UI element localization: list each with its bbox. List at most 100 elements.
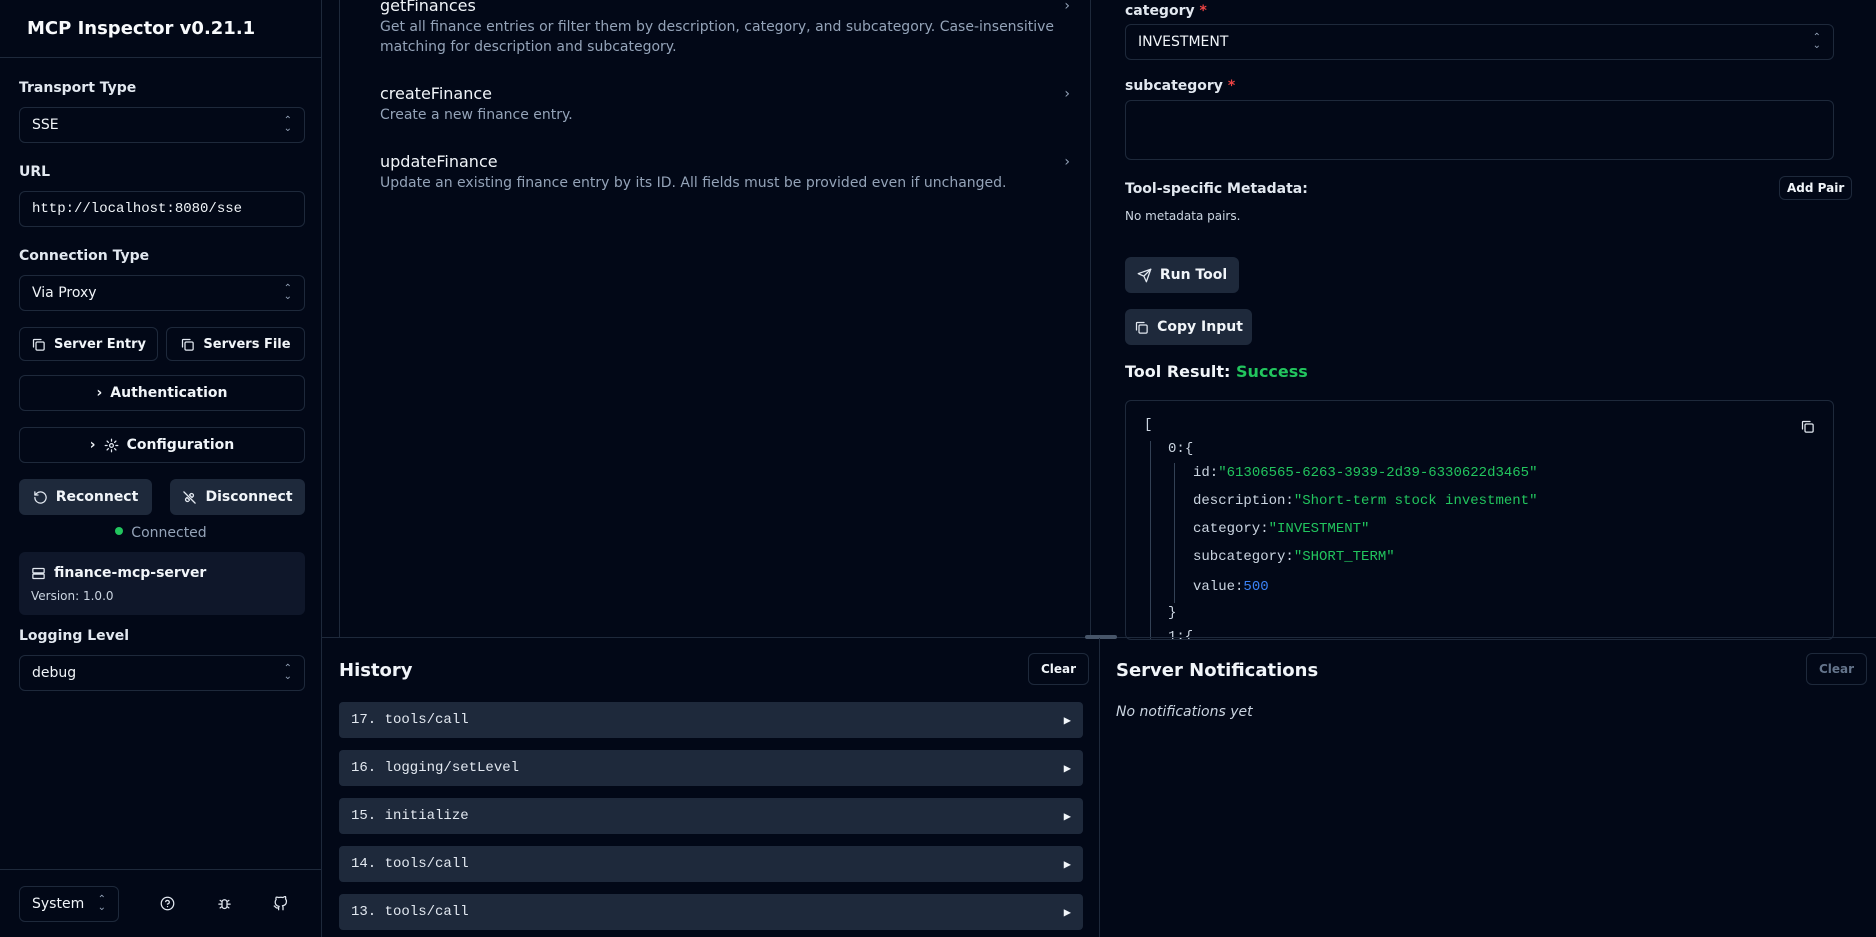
subcategory-label: subcategory * bbox=[1125, 78, 1235, 94]
help-icon[interactable] bbox=[160, 896, 175, 911]
servers-file-label: Servers File bbox=[203, 336, 291, 352]
chevron-up-down-icon: ⌃ ⌄ bbox=[97, 894, 106, 913]
json-key: category: bbox=[1193, 521, 1269, 537]
history-item[interactable]: 13. tools/call ▶ bbox=[339, 894, 1083, 930]
connection-type-select[interactable]: Via Proxy ⌃ ⌄ bbox=[19, 275, 305, 311]
tool-item-updatefinance[interactable]: updateFinance Update an existing finance… bbox=[380, 152, 1070, 193]
refresh-icon bbox=[33, 490, 47, 504]
server-entry-label: Server Entry bbox=[53, 336, 147, 352]
json-key: description: bbox=[1193, 493, 1294, 509]
copy-icon bbox=[182, 338, 195, 351]
history-item[interactable]: 14. tools/call ▶ bbox=[339, 846, 1083, 882]
chevron-up-down-icon: ⌃ ⌄ bbox=[283, 115, 292, 134]
json-key: subcategory: bbox=[1193, 549, 1294, 565]
sidebar: MCP Inspector v0.21.1 Transport Type SSE… bbox=[0, 0, 322, 937]
tool-item-createfinance[interactable]: createFinance Create a new finance entry… bbox=[380, 84, 1070, 125]
tool-name: updateFinance bbox=[380, 152, 498, 171]
notifications-title: Server Notifications bbox=[1116, 660, 1319, 681]
chevron-up-down-icon: ⌃ ⌄ bbox=[283, 283, 292, 302]
json-line: 0:{ bbox=[1168, 441, 1193, 457]
connection-status: Connected bbox=[0, 525, 322, 541]
json-string: "SHORT_TERM" bbox=[1293, 549, 1395, 565]
history-item-label: 13. tools/call bbox=[351, 904, 469, 920]
copy-icon[interactable] bbox=[1800, 419, 1815, 434]
json-indent-guide bbox=[1174, 463, 1175, 603]
history-item[interactable]: 16. logging/setLevel ▶ bbox=[339, 750, 1083, 786]
history-item[interactable]: 15. initialize ▶ bbox=[339, 798, 1083, 834]
authentication-label: Authentication bbox=[110, 385, 228, 401]
transport-type-select[interactable]: SSE ⌃ ⌄ bbox=[19, 107, 305, 143]
history-panel: History Clear 17. tools/call ▶ 16. loggi… bbox=[322, 638, 1100, 937]
gear-icon bbox=[104, 438, 118, 452]
required-mark: * bbox=[1227, 78, 1236, 94]
json-key: 0: bbox=[1168, 441, 1185, 457]
json-line: subcategory:"SHORT_TERM" bbox=[1193, 549, 1395, 565]
subcategory-textarea[interactable] bbox=[1125, 100, 1834, 160]
tool-description: Get all finance entries or filter them b… bbox=[380, 19, 1055, 55]
notifications-clear-button[interactable]: Clear bbox=[1806, 653, 1868, 685]
server-version: Version: 1.0.0 bbox=[31, 589, 114, 603]
tool-description: Update an existing finance entry by its … bbox=[380, 175, 1007, 191]
json-key: value: bbox=[1193, 579, 1244, 595]
bug-icon[interactable] bbox=[217, 896, 232, 911]
tool-result-label: Tool Result: bbox=[1125, 362, 1231, 381]
category-label-text: category bbox=[1125, 3, 1195, 19]
history-item-label: 15. initialize bbox=[351, 808, 469, 824]
server-icon bbox=[32, 567, 45, 579]
github-icon[interactable] bbox=[273, 896, 288, 911]
servers-file-button[interactable]: Servers File bbox=[166, 327, 305, 361]
url-input[interactable]: http://localhost:8080/sse bbox=[19, 191, 305, 227]
json-string: "INVESTMENT" bbox=[1268, 521, 1370, 537]
chevron-right-icon: › bbox=[89, 437, 96, 453]
transport-type-label: Transport Type bbox=[19, 80, 137, 96]
authentication-toggle[interactable]: › Authentication bbox=[19, 375, 305, 411]
theme-select[interactable]: System ⌃ ⌄ bbox=[19, 886, 119, 922]
chevron-up-down-icon: ⌃ ⌄ bbox=[1812, 32, 1821, 51]
reconnect-button[interactable]: Reconnect bbox=[19, 479, 152, 515]
server-info-card: finance-mcp-server Version: 1.0.0 bbox=[19, 552, 305, 615]
notifications-empty-text: No notifications yet bbox=[1116, 704, 1253, 720]
json-line: description:"Short-term stock investment… bbox=[1193, 493, 1537, 509]
tool-result-status: Success bbox=[1236, 362, 1308, 381]
connection-type-value: Via Proxy bbox=[32, 285, 97, 301]
run-tool-button[interactable]: Run Tool bbox=[1125, 257, 1239, 293]
chevron-up-down-icon: ⌃ ⌄ bbox=[283, 663, 292, 682]
expand-icon: ▶ bbox=[1063, 761, 1071, 776]
subcategory-label-text: subcategory bbox=[1125, 78, 1223, 94]
expand-icon: ▶ bbox=[1063, 905, 1071, 920]
tool-detail-panel: category * INVESTMENT ⌃ ⌄ subcategory * T… bbox=[1091, 0, 1876, 640]
copy-input-label: Copy Input bbox=[1157, 319, 1243, 335]
disconnect-label: Disconnect bbox=[205, 489, 293, 505]
configuration-toggle[interactable]: › Configuration bbox=[19, 427, 305, 463]
tool-item-getfinances[interactable]: getFinances Get all finance entries or f… bbox=[380, 0, 1070, 57]
status-text: Connected bbox=[131, 525, 207, 541]
chevron-right-icon: › bbox=[96, 385, 103, 401]
copy-input-button[interactable]: Copy Input bbox=[1125, 309, 1252, 345]
logging-level-label: Logging Level bbox=[19, 628, 130, 644]
logging-level-select[interactable]: debug ⌃ ⌄ bbox=[19, 655, 305, 691]
configuration-label: Configuration bbox=[126, 437, 235, 453]
app-title: MCP Inspector v0.21.1 bbox=[0, 0, 321, 58]
send-icon bbox=[1137, 268, 1152, 282]
copy-icon bbox=[32, 338, 45, 351]
theme-value: System bbox=[32, 896, 85, 912]
chevron-right-icon: › bbox=[1064, 154, 1070, 170]
category-select[interactable]: INVESTMENT ⌃ ⌄ bbox=[1125, 24, 1834, 60]
json-line: value:500 bbox=[1193, 579, 1269, 595]
disconnect-button[interactable]: Disconnect bbox=[170, 479, 305, 515]
add-pair-button[interactable]: Add Pair bbox=[1779, 176, 1853, 200]
transport-type-value: SSE bbox=[32, 117, 59, 133]
no-metadata-text: No metadata pairs. bbox=[1125, 209, 1241, 223]
server-entry-button[interactable]: Server Entry bbox=[19, 327, 158, 361]
json-brace: { bbox=[1184, 441, 1194, 457]
server-notifications-panel: Server Notifications Clear No notificati… bbox=[1100, 638, 1876, 937]
json-close-brace: } bbox=[1168, 605, 1177, 621]
copy-icon bbox=[1135, 321, 1148, 334]
history-clear-button[interactable]: Clear bbox=[1028, 653, 1090, 685]
history-item-label: 16. logging/setLevel bbox=[351, 760, 520, 776]
expand-icon: ▶ bbox=[1063, 713, 1071, 728]
json-string: "Short-term stock investment" bbox=[1293, 493, 1538, 509]
unplug-icon bbox=[183, 490, 197, 504]
chevron-right-icon: › bbox=[1064, 86, 1070, 102]
history-item[interactable]: 17. tools/call ▶ bbox=[339, 702, 1083, 738]
